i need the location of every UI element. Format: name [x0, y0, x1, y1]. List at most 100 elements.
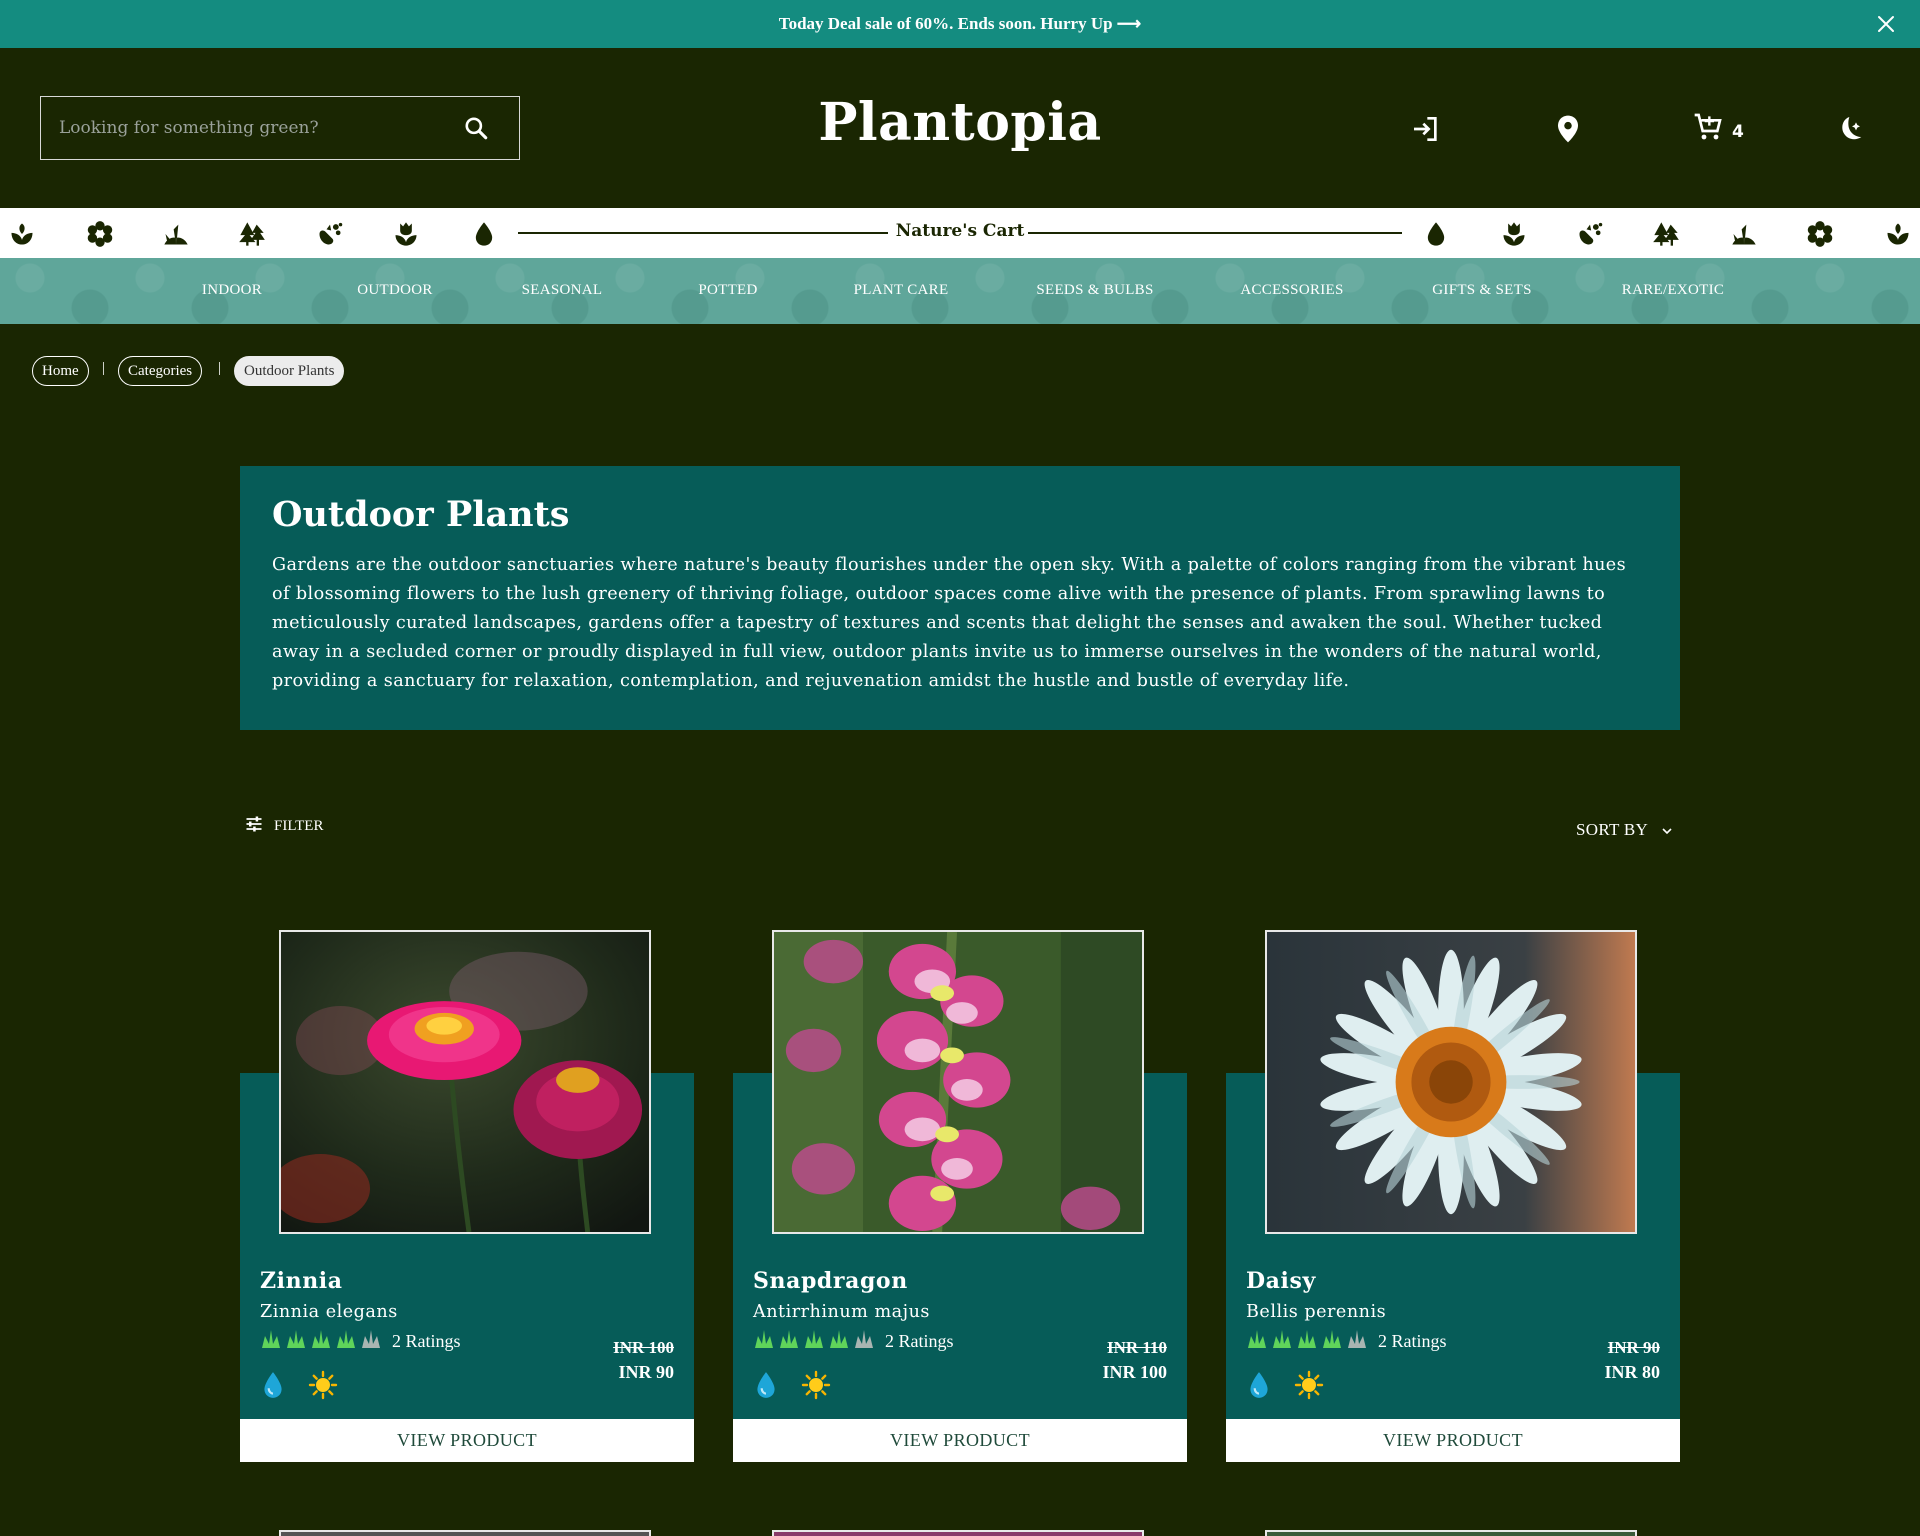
sprout-icon — [1884, 220, 1912, 248]
product-rating: 2 Ratings — [260, 1328, 461, 1354]
nav-item-potted[interactable]: POTTED — [698, 282, 757, 299]
rating-star-icons — [753, 1328, 875, 1354]
nav-item-rare-exotic[interactable]: RARE/EXOTIC — [1622, 282, 1724, 299]
close-icon[interactable] — [1874, 12, 1898, 36]
care-icons — [260, 1370, 338, 1404]
cart-icon — [1692, 111, 1724, 147]
product-card: Daisy Bellis perennis 2 Ratings INR 90 I… — [1226, 930, 1680, 1462]
care-icons — [1246, 1370, 1324, 1404]
filter-button[interactable]: FILTER — [244, 814, 323, 839]
original-price: INR 90 — [1607, 1338, 1660, 1357]
breadcrumb-categories[interactable]: Categories — [118, 356, 203, 386]
water-drop-icon — [1422, 220, 1450, 248]
category-description: Gardens are the outdoor sanctuaries wher… — [272, 555, 1627, 691]
breadcrumb-separator: | — [102, 360, 106, 376]
nav-item-outdoor[interactable]: OUTDOOR — [357, 282, 432, 299]
view-product-button[interactable]: VIEW PRODUCT — [733, 1419, 1187, 1462]
tulip-icon — [392, 220, 420, 248]
sale-price: INR 100 — [1102, 1362, 1167, 1382]
trees-icon — [1652, 220, 1680, 248]
announcement-prefix: Today Deal sale of — [778, 14, 916, 33]
sale-price: INR 80 — [1604, 1362, 1660, 1382]
nav-item-seasonal[interactable]: SEASONAL — [522, 282, 603, 299]
view-product-button[interactable]: VIEW PRODUCT — [1226, 1419, 1680, 1462]
next-row-product-image[interactable] — [1265, 1530, 1637, 1536]
search-icon[interactable] — [461, 113, 491, 143]
product-rating: 2 Ratings — [753, 1328, 954, 1354]
chevron-down-icon — [1648, 820, 1672, 840]
rating-star-icons — [260, 1328, 382, 1354]
nav-item-gifts-sets[interactable]: GIFTS & SETS — [1432, 282, 1531, 299]
water-drop-icon — [1246, 1370, 1272, 1404]
announcement-suffix[interactable]: . Ends soon. Hurry Up ⟶ — [949, 14, 1141, 33]
sun-icon — [801, 1370, 831, 1404]
announcement-bar: Today Deal sale of 60%. Ends soon. Hurry… — [0, 0, 1920, 48]
trees-icon — [238, 220, 266, 248]
filter-sliders-icon — [244, 814, 274, 839]
product-image[interactable] — [772, 930, 1144, 1234]
original-price: INR 110 — [1107, 1338, 1167, 1357]
grass-icon — [1730, 220, 1758, 248]
seeds-icon — [1576, 220, 1604, 248]
next-row-product-image[interactable] — [772, 1530, 1144, 1536]
flower-icon — [1806, 220, 1834, 248]
dark-mode-moon-icon[interactable] — [1836, 112, 1868, 146]
product-card: Snapdragon Antirrhinum majus 2 Ratings I… — [733, 930, 1187, 1462]
category-nav: INDOOR OUTDOOR SEASONAL POTTED PLANT CAR… — [0, 258, 1920, 324]
rating-star-icons — [1246, 1328, 1368, 1354]
icon-strip: Nature's Cart — [0, 208, 1920, 258]
product-name[interactable]: Daisy — [1246, 1268, 1316, 1294]
sun-icon — [1294, 1370, 1324, 1404]
search-box — [40, 96, 520, 160]
search-input[interactable] — [59, 118, 461, 138]
strip-divider-right — [1028, 232, 1402, 234]
product-card: Zinnia Zinnia elegans 2 Ratings INR 100 … — [240, 930, 694, 1462]
product-rating: 2 Ratings — [1246, 1328, 1447, 1354]
nav-item-seeds-bulbs[interactable]: SEEDS & BULBS — [1036, 282, 1153, 299]
filter-label: FILTER — [274, 818, 324, 834]
location-pin-icon[interactable] — [1552, 112, 1584, 146]
login-icon[interactable] — [1410, 112, 1442, 146]
product-scientific-name: Bellis perennis — [1246, 1302, 1387, 1322]
nav-item-accessories[interactable]: ACCESSORIES — [1240, 282, 1343, 299]
seeds-icon — [316, 220, 344, 248]
original-price: INR 100 — [613, 1338, 674, 1357]
sun-icon — [308, 1370, 338, 1404]
water-drop-icon — [753, 1370, 779, 1404]
strip-title-wrap: Nature's Cart — [0, 221, 1920, 241]
product-image[interactable] — [279, 930, 651, 1234]
cart-button[interactable]: 4 — [1692, 112, 1744, 146]
rating-count: 2 Ratings — [392, 1330, 461, 1351]
tulip-icon — [1500, 220, 1528, 248]
breadcrumb-home[interactable]: Home — [32, 356, 89, 386]
next-row-product-image[interactable] — [279, 1530, 651, 1536]
rating-count: 2 Ratings — [1378, 1330, 1447, 1351]
care-icons — [753, 1370, 831, 1404]
breadcrumb-current: Outdoor Plants — [234, 356, 345, 386]
announcement-text: Today Deal sale of 60%. Ends soon. Hurry… — [779, 14, 1141, 34]
cart-count: 4 — [1732, 122, 1744, 142]
category-intro: Outdoor Plants Gardens are the outdoor s… — [240, 466, 1680, 730]
view-product-button[interactable]: VIEW PRODUCT — [240, 1419, 694, 1462]
page-title: Outdoor Plants — [272, 494, 570, 535]
announcement-discount: 60% — [915, 14, 950, 33]
strip-title: Nature's Cart — [887, 221, 1033, 241]
product-scientific-name: Antirrhinum majus — [753, 1302, 930, 1322]
product-name[interactable]: Snapdragon — [753, 1268, 908, 1294]
product-scientific-name: Zinnia elegans — [260, 1302, 398, 1322]
grass-icon — [162, 220, 190, 248]
nav-item-plant-care[interactable]: PLANT CARE — [854, 282, 949, 299]
breadcrumb-separator: | — [218, 360, 222, 376]
flower-icon — [86, 220, 114, 248]
strip-divider-left — [518, 232, 892, 234]
rating-count: 2 Ratings — [885, 1330, 954, 1351]
water-drop-icon — [470, 220, 498, 248]
sprout-icon — [8, 220, 36, 248]
product-name[interactable]: Zinnia — [260, 1268, 343, 1294]
product-image[interactable] — [1265, 930, 1637, 1234]
water-drop-icon — [260, 1370, 286, 1404]
sort-label: SORT BY — [1576, 820, 1649, 839]
nav-item-indoor[interactable]: INDOOR — [202, 282, 262, 299]
sort-dropdown[interactable]: SORT BY — [1576, 820, 1672, 840]
sale-price: INR 90 — [618, 1362, 674, 1382]
